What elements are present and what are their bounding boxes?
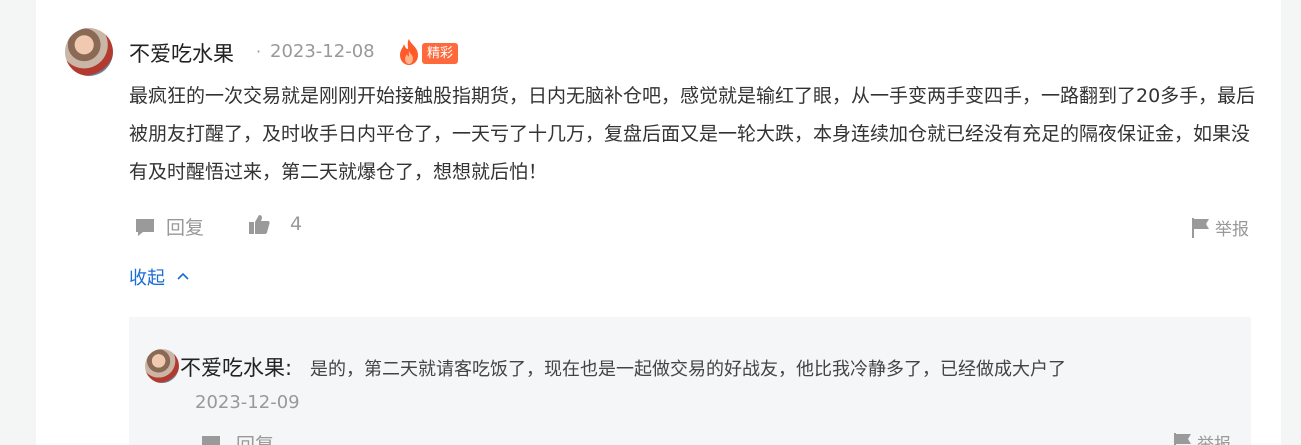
reply-reply-button[interactable]: 回复 — [200, 430, 274, 445]
reply-report-label: 举报 — [1197, 435, 1231, 445]
reply-label: 回复 — [166, 217, 205, 239]
collapse-label: 收起 — [129, 268, 165, 289]
reply-text: 是的，第二天就请客吃饭了，现在也是一起做交易的好战友，他比我冷静多了，已经做成大… — [310, 359, 1066, 380]
comment-author[interactable]: 不爱吃水果 — [129, 38, 234, 68]
flag-icon — [1174, 432, 1191, 445]
report-button[interactable]: 举报 — [1191, 215, 1249, 240]
like-button[interactable]: 4 — [248, 213, 302, 235]
fire-icon — [400, 39, 418, 65]
replies-panel — [129, 317, 1251, 445]
reply-report-button[interactable]: 举报 — [1173, 430, 1231, 445]
comment-icon — [202, 435, 220, 445]
separator-dot: · — [256, 42, 262, 61]
comment-icon — [136, 218, 154, 236]
reply-button[interactable]: 回复 — [134, 213, 204, 240]
comment-card: 不爱吃水果 · 2023-12-08 精彩 最疯狂的一次交易就是刚刚开始接触股指… — [36, 0, 1281, 445]
avatar[interactable] — [65, 28, 113, 76]
report-label: 举报 — [1215, 220, 1249, 240]
reply-date: 2023-12-09 — [195, 392, 300, 413]
chevron-up-icon — [177, 272, 189, 280]
flag-icon — [1192, 217, 1209, 238]
reply-author[interactable]: 不爱吃水果: — [180, 352, 292, 382]
collapse-toggle[interactable]: 收起 — [129, 264, 189, 290]
comment-text: 最疯狂的一次交易就是刚刚开始接触股指期货，日内无脑补仓吧，感觉就是输红了眼，从一… — [129, 85, 1256, 183]
reply-reply-label: 回复 — [236, 434, 275, 445]
featured-badge: 精彩 — [422, 43, 459, 64]
thumbs-up-icon — [249, 215, 270, 234]
comment-date: 2023-12-08 — [270, 41, 375, 62]
like-count: 4 — [290, 213, 303, 235]
reply-avatar[interactable] — [145, 349, 179, 383]
